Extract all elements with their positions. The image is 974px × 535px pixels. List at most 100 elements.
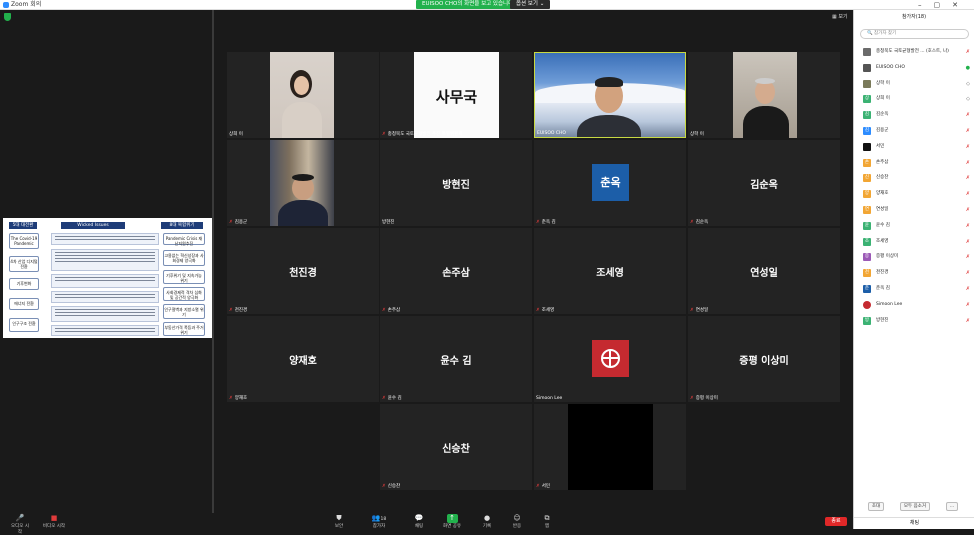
participant-avatar: 김 [863,126,871,135]
mic-muted-icon: ✗ [965,127,970,134]
tile-label: ✗ 춘옥 김 [536,220,556,225]
reactions-button[interactable]: ☺ 반응 [508,514,526,529]
participant-video [270,140,334,226]
invite-button[interactable]: 초대 [868,502,884,511]
video-tile[interactable]: 신승찬 ✗ 신승찬 [380,404,532,490]
slide-left-box: 인구구조 전환 [9,318,39,332]
mic-muted-icon: ✗ [965,301,970,308]
video-tile[interactable]: 김순옥 ✗ 김순옥 [688,140,840,226]
slide-text-block [51,274,159,288]
video-button[interactable]: ■ 비디오 시작 [42,514,66,529]
video-tile[interactable]: 방현진 방현진 [380,140,532,226]
participant-row[interactable]: 김 김순옥 ✗ [854,108,974,124]
participant-row[interactable]: 상학 이 ◇ [854,77,974,93]
mic-muted-icon: ✗ [965,206,970,213]
participant-row[interactable]: 김 김용군 ✗ [854,124,974,140]
video-tile[interactable]: 상희 이 [227,52,379,138]
participant-avatar: 방 [863,316,871,325]
video-tile[interactable]: 연성일 ✗ 연성일 [688,228,840,314]
wheel-logo-icon [601,349,620,368]
participant-name-display: 방현진 [442,180,470,191]
chat-button[interactable]: 💬 채팅 [410,514,428,529]
video-tile[interactable]: 윤수 김 ✗ 윤수 김 [380,316,532,402]
video-tile[interactable]: 사무국 ✗ 충청북도 국토균형발전 추진 특별위원회 [380,52,532,138]
slide-left-box: 에너지 전환 [9,298,39,310]
view-menu[interactable]: ▦ 보기 [832,13,848,20]
video-tile[interactable]: 증평 이상미 ✗ 증평 이상미 [688,316,840,402]
apps-button[interactable]: ⧉ 앱 [538,514,556,529]
participant-avatar [863,63,871,72]
participant-row[interactable]: 연 연성일 ✗ [854,203,974,219]
participant-row[interactable]: 신 신승찬 ✗ [854,171,974,187]
participant-search-input[interactable]: 🔍 참가자 찾기 [860,29,969,39]
participant-row[interactable]: 춘 춘옥 김 ✗ [854,282,974,298]
participant-row[interactable]: 윤 윤수 김 ✗ [854,219,974,235]
person-body [278,200,328,226]
participant-row[interactable]: 방 방현진 ✗ [854,314,974,330]
participant-avatar: 연 [863,205,871,214]
video-tile-active-speaker[interactable]: EUISOO CHO [534,52,686,138]
video-tile[interactable]: 천진경 ✗ 천진경 [227,228,379,314]
shield-icon: ⛊ [336,514,342,522]
mic-muted-icon: ✗ [536,484,540,489]
participant-row[interactable]: Simoon Lee ✗ [854,298,974,314]
panel-divider[interactable] [212,10,214,513]
participant-avatar: 조 [863,237,871,246]
mic-muted-icon: ✗ [690,220,694,225]
participant-row[interactable]: 충청북도 국토균형발전 ... (호스트, 나) ✗ [854,45,974,61]
zoom-logo-icon [3,1,9,8]
video-tile[interactable]: ✗ 김용군 [227,140,379,226]
participant-avatar [863,142,871,151]
participant-row[interactable]: 서민 ✗ [854,140,974,156]
video-tile[interactable]: 양재호 ✗ 양재호 [227,316,379,402]
app-title: Zoom 회의 [3,0,41,10]
view-options-button[interactable]: 옵션 보기 ⌄ [510,0,551,9]
person-body [282,102,322,138]
shared-slide: 5대 대전환 Wicked Issues 8대 복합위기 The Covid-1… [3,218,212,338]
participant-row[interactable]: 천 천진경 ✗ [854,266,974,282]
participant-row[interactable]: 조 조세영 ✗ [854,235,974,251]
more-options-button[interactable]: ... [946,502,958,511]
tile-label: ✗ 김용군 [229,220,248,225]
record-button[interactable]: ● 기록 [478,514,496,529]
person-body [743,106,789,138]
window-controls[interactable]: –▢✕ [918,0,970,10]
mic-muted-icon: ✗ [382,484,386,489]
video-tile[interactable]: ✗ 서민 [534,404,686,490]
participant-row[interactable]: 손 손주삼 ✗ [854,156,974,172]
share-screen-button[interactable]: ↑ 화면 공유 [440,514,464,529]
participant-avatar: 김 [863,111,871,120]
share-arrow-icon: ↑ [446,514,458,523]
participant-name-display: 신승찬 [442,444,470,455]
participant-row[interactable]: EUISOO CHO ● [854,61,974,77]
slide-col3-header: 8대 복합위기 [161,222,203,229]
tile-label: 상희 이 [229,132,243,137]
mic-muted-icon: ✗ [965,143,970,150]
participant-name-display: 김순옥 [750,180,778,191]
participant-row[interactable]: 상 상희 이 ◇ [854,92,974,108]
slide-right-box: 인구절벽과 지방소멸 위기 [163,304,205,319]
participants-button[interactable]: 👥18 참가자 [368,514,390,529]
mic-muted-icon: ✗ [965,191,970,198]
video-tile[interactable]: 조세영 ✗ 조세영 [534,228,686,314]
meeting-toolbar: 🎤 오디오 시작 ■ 비디오 시작 ⛊ 보안 👥18 참가자 💬 채팅 ↑ 화면 공유 ● 기… [0,513,853,535]
security-button[interactable]: ⛊ 보안 [330,514,348,529]
end-meeting-button[interactable]: 종료 [825,517,847,526]
participant-video [535,53,685,137]
sign-text: 사무국 [435,88,478,106]
mic-muted-icon: ✗ [965,112,970,119]
participant-row[interactable]: 양 양재호 ✗ [854,187,974,203]
profile-avatar: 춘옥 [592,164,629,201]
chat-section-header[interactable]: 채팅 [854,517,974,529]
mic-muted-icon: ✗ [690,308,694,313]
audio-button[interactable]: 🎤 오디오 시작 [10,514,30,535]
people-icon: 👥18 [371,514,387,522]
video-tile[interactable]: 춘옥 ✗ 춘옥 김 [534,140,686,226]
video-tile[interactable]: 상학 이 [688,52,840,138]
tile-label: ✗ 증평 이상미 [690,396,718,401]
slide-text-block [51,233,159,245]
mute-all-button[interactable]: 모두 음소거 [900,502,930,511]
participant-row[interactable]: 증 증평 이상미 ✗ [854,250,974,266]
video-tile[interactable]: 손주삼 ✗ 손주삼 [380,228,532,314]
video-tile[interactable]: Simoon Lee [534,316,686,402]
